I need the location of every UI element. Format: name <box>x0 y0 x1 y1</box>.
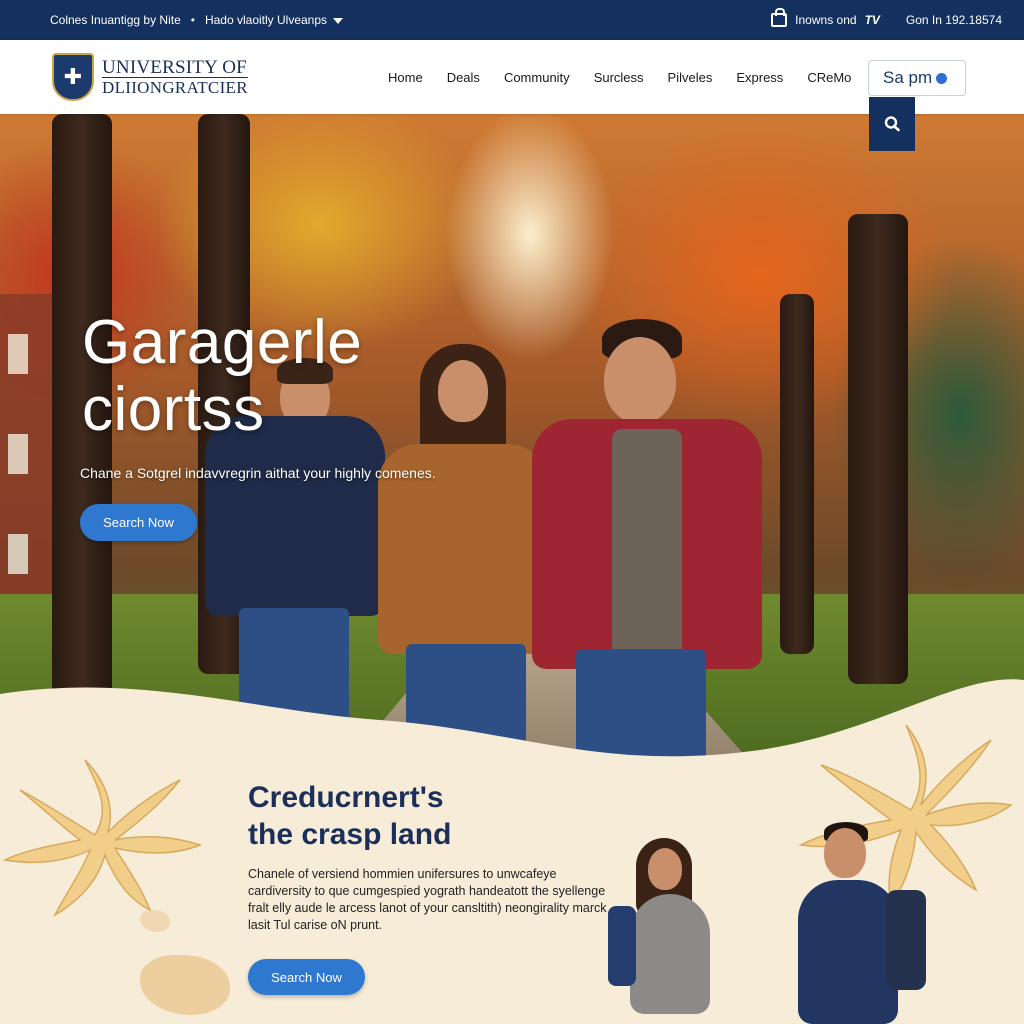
tree-trunk-image <box>848 214 908 684</box>
hero-section: Garagerle ciortss Chane a Sotgrel indavv… <box>0 114 1024 764</box>
nav-express[interactable]: Express <box>736 70 783 85</box>
hero-subtitle: Chane a Sotgrel indavvregrin aithat your… <box>80 465 436 481</box>
university-wordmark[interactable]: UNIVERSITY OF DLIIONGRATCIER <box>102 58 248 96</box>
section-title-line-1: Creducrnert's <box>248 781 444 814</box>
utility-bar: Colnes Inuantigg by Nite • Hado vlaoitly… <box>0 0 1024 40</box>
phone-text[interactable]: Gon In 192.18574 <box>906 13 1002 27</box>
search-value: Sa pm <box>883 68 933 87</box>
logo-line-1: UNIVERSITY OF <box>102 57 247 78</box>
hero-search-now-button[interactable]: Search Now <box>80 504 197 541</box>
maple-leaf-icon <box>2 759 203 917</box>
utility-link[interactable]: Hado vlaoitly Ulveanps <box>204 13 344 27</box>
nav-pilveles[interactable]: Pilveles <box>668 70 713 85</box>
search-icon <box>884 116 900 132</box>
section-title: Creducrnert's the crasp land <box>248 780 451 853</box>
search-button[interactable] <box>869 97 915 151</box>
section-title-line-2: the crasp land <box>248 817 452 851</box>
utility-link-label: Hado vlaoitly Ulveanps <box>204 13 328 27</box>
student-photo-bottom-woman <box>608 838 718 1024</box>
search-input[interactable]: Sa pm <box>868 60 966 96</box>
utility-tagline: Colnes Inuantigg by Nite <box>50 13 181 27</box>
student-photo-bottom-man <box>790 822 930 1024</box>
separator-dot: • <box>190 13 195 27</box>
nav-deals[interactable]: Deals <box>447 70 480 85</box>
nav-home[interactable]: Home <box>388 70 423 85</box>
shopping-bag-icon[interactable] <box>771 8 788 27</box>
bag-label[interactable]: Inowns ond <box>795 13 856 27</box>
utility-right: Inowns ond TV Gon In 192.18574 <box>771 8 1002 27</box>
logo-line-2: DLIIONGRATCIER <box>102 77 248 97</box>
nav-surcless[interactable]: Surcless <box>594 70 644 85</box>
chevron-down-icon <box>333 17 344 24</box>
main-nav: Home Deals Community Surcless Pilveles E… <box>388 40 875 114</box>
hero-title-line-2: ciortss <box>82 374 265 444</box>
university-crest-logo[interactable]: ✚ <box>52 53 94 101</box>
utility-left: Colnes Inuantigg by Nite • Hado vlaoitly… <box>50 13 344 27</box>
tree-trunk-image <box>780 294 814 654</box>
nav-community[interactable]: Community <box>504 70 570 85</box>
hero-title: Garagerle ciortss <box>82 308 363 444</box>
tv-label[interactable]: TV <box>865 13 880 27</box>
section-search-now-button[interactable]: Search Now <box>248 959 365 995</box>
hero-title-line-1: Garagerle <box>82 308 363 377</box>
nav-cremo[interactable]: CReMo <box>807 70 851 85</box>
search-status-dot-icon <box>936 72 948 84</box>
section-body-text: Chanele of versiend hommien unifersures … <box>248 867 607 932</box>
